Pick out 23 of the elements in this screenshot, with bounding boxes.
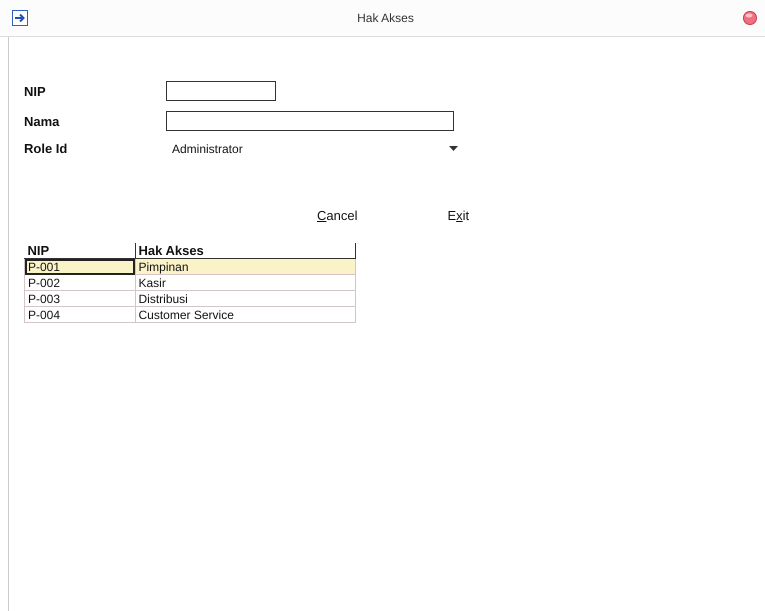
window-title: Hak Akses	[356, 11, 415, 25]
combo-value[interactable]: Administrator	[172, 142, 243, 156]
field-label: Role Id	[24, 141, 68, 156]
close-icon[interactable]	[743, 11, 757, 25]
input-field[interactable]	[166, 111, 454, 131]
table-row[interactable]: P-002 Kasir	[24, 274, 356, 290]
table-row[interactable]: P-003 Distribusi	[24, 290, 356, 306]
field-label: NIP	[24, 84, 47, 98]
table-row[interactable]: P-004 Customer Service	[24, 306, 356, 322]
input-field[interactable]	[166, 81, 276, 101]
field-label: Nama	[24, 114, 60, 128]
table-row[interactable]: P-001 Pimpinan	[24, 258, 356, 274]
table-cell: P-002	[24, 274, 135, 290]
table-cell: P-004	[24, 306, 135, 322]
table-cell: P-001	[24, 258, 135, 274]
dropdown-icon[interactable]	[449, 146, 458, 151]
table-cell: Kasir	[135, 274, 356, 290]
table-cell: Distribusi	[135, 290, 356, 306]
table-cell: Customer Service	[135, 306, 356, 322]
table-cell: Pimpinan	[135, 258, 356, 274]
table-cell: P-003	[24, 290, 135, 306]
text-button[interactable]: Exit	[447, 208, 470, 223]
text-button[interactable]: Cancel	[317, 208, 358, 223]
